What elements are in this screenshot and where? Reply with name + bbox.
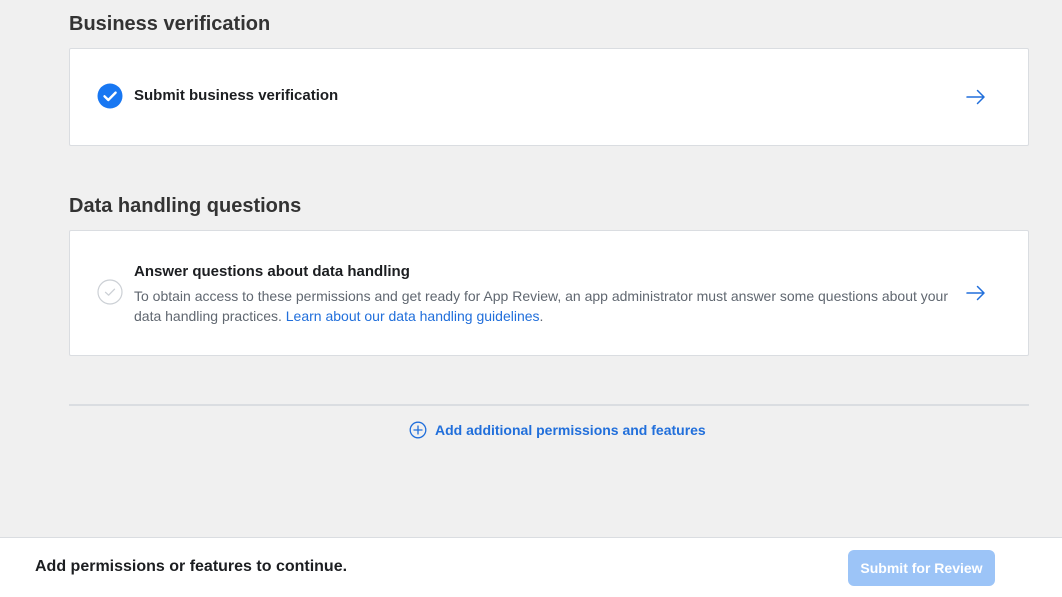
business-verification-card[interactable]: Submit business verification [69, 48, 1029, 146]
description-suffix: . [539, 308, 544, 324]
check-circle-filled-icon [97, 83, 123, 109]
add-permissions-label: Add additional permissions and features [435, 422, 706, 438]
data-handling-task-description: To obtain access to these permissions an… [134, 286, 964, 326]
business-verification-heading: Business verification [69, 13, 271, 35]
data-handling-card[interactable]: Answer questions about data handling To … [69, 230, 1029, 356]
submit-for-review-button[interactable]: Submit for Review [848, 550, 995, 586]
arrow-right-icon[interactable] [965, 282, 987, 304]
check-circle-outline-icon [97, 279, 123, 305]
business-verification-task[interactable]: Submit business verification [70, 49, 1028, 145]
data-handling-guidelines-link[interactable]: Learn about our data handling guidelines [286, 308, 540, 324]
add-permissions-button[interactable]: Add additional permissions and features [409, 420, 706, 440]
data-handling-heading: Data handling questions [69, 195, 302, 217]
footer-bar: Add permissions or features to continue.… [0, 537, 1062, 597]
arrow-right-icon[interactable] [965, 86, 987, 108]
data-handling-task-title: Answer questions about data handling [134, 263, 410, 280]
divider [69, 404, 1029, 406]
footer-message: Add permissions or features to continue. [35, 558, 348, 575]
data-handling-task[interactable]: Answer questions about data handling To … [70, 231, 1028, 355]
plus-circle-icon [409, 421, 427, 439]
business-verification-task-title: Submit business verification [134, 87, 339, 104]
